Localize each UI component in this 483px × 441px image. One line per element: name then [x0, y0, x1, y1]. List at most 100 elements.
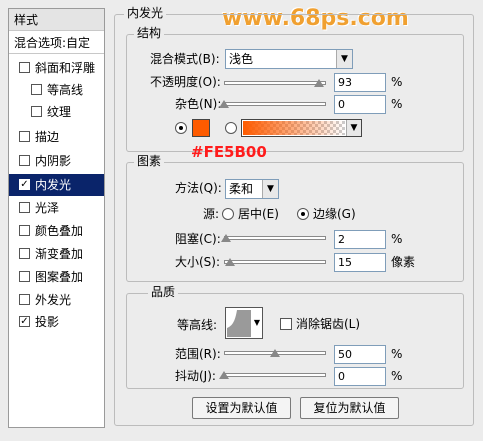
source-center-label: 居中(E): [238, 207, 279, 221]
choke-label: 阻塞(C):: [175, 232, 221, 246]
checkbox-color-overlay[interactable]: [19, 225, 30, 236]
contour-curve-icon: [227, 310, 251, 337]
anti-alias-checkbox[interactable]: [280, 318, 292, 330]
sidebar-item-label: 等高线: [47, 83, 84, 97]
sidebar-title: 样式: [9, 9, 104, 31]
sidebar-item-label: 描边: [35, 130, 60, 144]
quality-title: 品质: [148, 285, 179, 299]
range-label: 范围(R):: [175, 347, 221, 361]
sidebar-item-outer-glow[interactable]: 外发光: [9, 289, 104, 311]
sidebar-item-label: 投影: [35, 315, 60, 329]
sidebar-item-blend-options[interactable]: 混合选项:自定: [9, 32, 104, 54]
sidebar-item-texture[interactable]: 纹理: [9, 101, 104, 123]
chevron-down-icon: ▼: [336, 50, 352, 68]
jitter-label: 抖动(J):: [175, 369, 216, 383]
method-select[interactable]: 柔和 ▼: [225, 179, 279, 199]
chevron-down-icon: ▼: [253, 318, 261, 327]
glow-color-swatch[interactable]: [192, 119, 210, 137]
source-edge-radio[interactable]: [297, 208, 309, 220]
checkbox-inner-glow[interactable]: ✓: [19, 179, 30, 190]
checkbox-gradient-overlay[interactable]: [19, 248, 30, 259]
jitter-unit: %: [391, 369, 403, 383]
sidebar-item-label: 颜色叠加: [35, 224, 84, 238]
blend-mode-select[interactable]: 浅色 ▼: [225, 49, 353, 69]
source-edge-label: 边缘(G): [313, 207, 356, 221]
choke-slider-thumb[interactable]: [221, 234, 232, 242]
checkbox-bevel-emboss[interactable]: [19, 62, 30, 73]
anti-alias-label: 消除锯齿(L): [296, 317, 361, 331]
noise-slider-track[interactable]: [224, 102, 326, 106]
reset-default-button[interactable]: 复位为默认值: [300, 397, 399, 419]
checkbox-outer-glow[interactable]: [19, 294, 30, 305]
jitter-input[interactable]: 0: [334, 367, 386, 386]
opacity-input[interactable]: 93: [334, 73, 386, 92]
sidebar-item-stroke[interactable]: 描边: [9, 126, 104, 148]
sidebar-item-pattern-overlay[interactable]: 图案叠加: [9, 266, 104, 288]
sidebar-item-color-overlay[interactable]: 颜色叠加: [9, 220, 104, 242]
size-input[interactable]: 15: [334, 253, 386, 272]
blend-mode-value: 浅色: [229, 52, 254, 66]
noise-unit: %: [391, 97, 403, 111]
sidebar-item-label: 外发光: [35, 293, 72, 307]
sidebar-item-label: 内发光: [35, 178, 72, 192]
sidebar-item-bevel-emboss[interactable]: 斜面和浮雕: [9, 57, 104, 79]
chevron-down-icon: ▼: [262, 180, 278, 198]
elements-title: 图素: [134, 154, 165, 168]
size-unit: 像素: [391, 255, 416, 269]
gradient-preview: [243, 121, 345, 135]
source-label: 源:: [203, 207, 220, 221]
checkbox-drop-shadow[interactable]: ✓: [19, 316, 30, 327]
checkbox-texture[interactable]: [31, 106, 42, 117]
method-value: 柔和: [229, 182, 254, 196]
checkbox-contour[interactable]: [31, 84, 42, 95]
sidebar-item-gradient-overlay[interactable]: 渐变叠加: [9, 243, 104, 265]
sidebar-item-label: 纹理: [47, 105, 72, 119]
panel-title: 内发光: [124, 6, 167, 20]
checkbox-stroke[interactable]: [19, 131, 30, 142]
checkbox-inner-shadow[interactable]: [19, 155, 30, 166]
solid-color-radio[interactable]: [175, 122, 187, 134]
jitter-slider-track[interactable]: [224, 373, 326, 377]
opacity-slider-thumb[interactable]: [313, 79, 324, 87]
sidebar-item-label: 内阴影: [35, 154, 72, 168]
opacity-label: 不透明度(O):: [150, 75, 221, 89]
sidebar-item-inner-glow[interactable]: ✓ 内发光: [9, 174, 104, 196]
opacity-unit: %: [391, 75, 403, 89]
noise-slider-thumb[interactable]: [219, 100, 229, 108]
sidebar-item-contour[interactable]: 等高线: [9, 79, 104, 101]
gradient-picker[interactable]: ▼: [241, 119, 362, 137]
checkbox-pattern-overlay[interactable]: [19, 271, 30, 282]
choke-unit: %: [391, 232, 403, 246]
size-label: 大小(S):: [175, 255, 221, 269]
jitter-slider-thumb[interactable]: [219, 371, 229, 379]
sidebar-item-label: 图案叠加: [35, 270, 84, 284]
choke-input[interactable]: 2: [334, 230, 386, 249]
chevron-down-icon: ▼: [346, 120, 361, 136]
contour-label: 等高线:: [177, 318, 218, 332]
noise-label: 杂色(N):: [175, 97, 222, 111]
range-unit: %: [391, 347, 403, 361]
opacity-slider-track[interactable]: [224, 81, 326, 85]
styles-sidebar: 样式 混合选项:自定 斜面和浮雕 等高线 纹理 描边 内阴影 ✓ 内发光 光泽 颜…: [8, 8, 105, 428]
method-label: 方法(Q):: [175, 181, 222, 195]
sidebar-item-drop-shadow[interactable]: ✓ 投影: [9, 311, 104, 333]
range-slider-thumb[interactable]: [270, 349, 280, 357]
structure-title: 结构: [134, 26, 165, 40]
contour-picker[interactable]: ▼: [225, 307, 263, 339]
sidebar-item-label: 斜面和浮雕: [35, 61, 96, 75]
sidebar-item-label: 渐变叠加: [35, 247, 84, 261]
source-center-radio[interactable]: [222, 208, 234, 220]
size-slider-thumb[interactable]: [225, 258, 236, 266]
gradient-radio[interactable]: [225, 122, 237, 134]
range-input[interactable]: 50: [334, 345, 386, 364]
size-slider-track[interactable]: [224, 260, 326, 264]
blend-mode-label: 混合模式(B):: [150, 52, 220, 66]
sidebar-item-satin[interactable]: 光泽: [9, 197, 104, 219]
sidebar-item-label: 光泽: [35, 201, 60, 215]
noise-input[interactable]: 0: [334, 95, 386, 114]
choke-slider-track[interactable]: [224, 236, 326, 240]
color-annotation: #FE5B00: [191, 143, 267, 161]
checkbox-satin[interactable]: [19, 202, 30, 213]
make-default-button[interactable]: 设置为默认值: [192, 397, 291, 419]
sidebar-item-inner-shadow[interactable]: 内阴影: [9, 150, 104, 172]
